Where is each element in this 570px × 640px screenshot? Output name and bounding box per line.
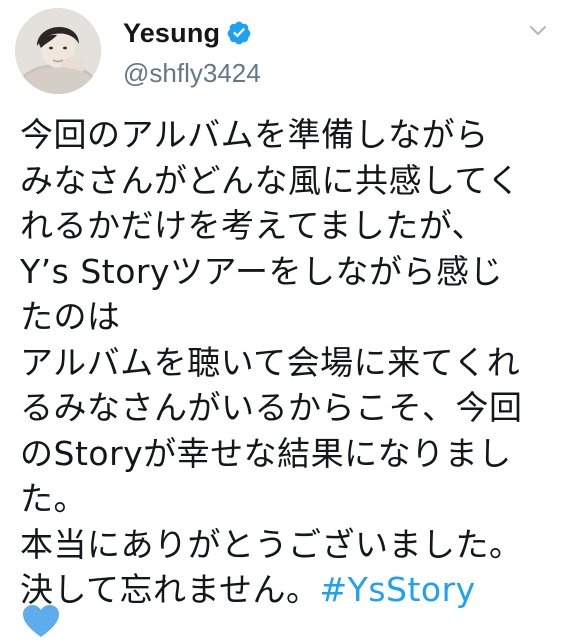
tweet-text-line: るみなさんがいるからこそ、今回 <box>20 388 523 427</box>
avatar[interactable] <box>15 8 101 94</box>
blue-heart-icon <box>23 605 59 637</box>
hashtag-link[interactable]: #YsStory <box>320 570 476 609</box>
verified-badge-icon <box>227 21 251 45</box>
user-handle[interactable]: @shfly3424 <box>123 58 261 89</box>
tweet-text-last-line: 決して忘れません。#YsStory <box>20 567 560 613</box>
tweet-text-line: れるかだけを考えてましたが、 <box>20 206 486 245</box>
tweet-text-line: アルバムを聴いて会場に来てくれ <box>20 342 521 382</box>
avatar-image <box>15 8 101 94</box>
tweet-text-line: 今回のアルバムを準備しながら <box>20 115 489 154</box>
tweet-text-line: Y’s Storyツアーをしながら感じ <box>20 251 504 291</box>
chevron-down-icon[interactable] <box>528 20 548 40</box>
tweet-text-line: 本当にありがとうございました。 <box>20 524 523 564</box>
name-row: Yesung <box>123 16 252 50</box>
tweet-text-line: たのは <box>20 297 121 336</box>
tweet-card: Yesung @shfly3424 今回のアルバムを準備しながら みなさんがどん… <box>0 0 570 640</box>
tweet-text-line: た。 <box>20 479 87 518</box>
tweet-text-line: のStoryが幸せな結果になりまし <box>20 433 512 473</box>
tweet-text-line: みなさんがどんな風に共感してく <box>20 160 521 200</box>
tweet-header: Yesung @shfly3424 <box>15 8 560 98</box>
tweet-text: 今回のアルバムを準備しながら みなさんがどんな風に共感してく れるかだけを考えて… <box>20 112 560 613</box>
tweet-text-segment: 決して忘れません。 <box>20 570 320 609</box>
display-name[interactable]: Yesung <box>123 18 220 49</box>
